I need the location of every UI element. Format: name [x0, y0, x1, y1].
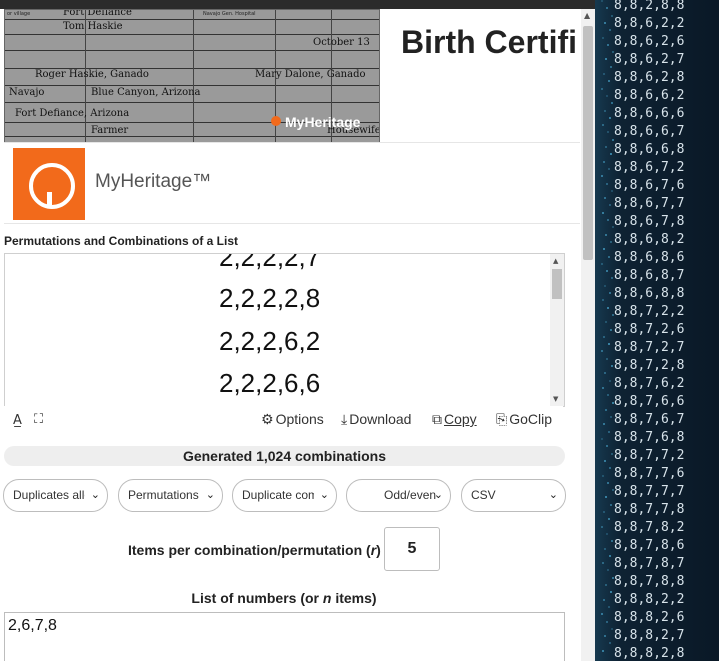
duplicate-combinations-select[interactable]: Duplicate combinations ⌄	[232, 479, 337, 512]
scroll-up-arrow-icon[interactable]: ▲	[553, 257, 558, 265]
terminal-line: 8,8,7,8,2	[614, 520, 685, 535]
ad-banner[interactable]: or village Navajo Gen. Hospital Fort Def…	[4, 9, 580, 143]
terminal-line: 8,8,7,7,8	[614, 502, 685, 517]
items-per-combination-input[interactable]: 5	[384, 527, 440, 571]
terminal-line: 8,8,6,8,8	[614, 286, 685, 301]
clipboard-icon: ⎘	[496, 412, 508, 428]
ad-brand-name: MyHeritage™	[95, 171, 212, 192]
terminal-line: 8,8,2,8,8	[614, 0, 685, 13]
terminal-line: 8,8,7,6,7	[614, 412, 685, 427]
terminal-line: 8,8,6,8,7	[614, 268, 685, 283]
ad-document-image: or village Navajo Gen. Hospital Fort Def…	[4, 9, 380, 143]
terminal-line: 8,8,7,2,7	[614, 340, 685, 355]
terminal-line: 8,8,6,7,7	[614, 196, 685, 211]
terminal-line: 8,8,7,8,7	[614, 556, 685, 571]
list-of-numbers-value: 2,6,7,8	[8, 617, 57, 634]
terminal-line: 8,8,7,6,2	[614, 376, 685, 391]
ad-title: Birth Certifi	[401, 24, 577, 60]
section-heading: Permutations and Combinations of a List	[4, 234, 239, 248]
terminal-line: 8,8,6,7,6	[614, 178, 685, 193]
terminal-line: 8,8,6,8,2	[614, 232, 685, 247]
copy-icon: ⧉	[432, 412, 442, 428]
terminal-line: 8,8,7,8,8	[614, 574, 685, 589]
terminal-line: 8,8,7,2,6	[614, 322, 685, 337]
font-size-icon[interactable]: A̲	[13, 413, 22, 428]
ad-brand-row[interactable]: MyHeritage™	[4, 142, 580, 224]
goclip-button[interactable]: ⎘ GoClip	[496, 411, 552, 428]
terminal-line: 8,8,7,2,8	[614, 358, 685, 373]
terminal-line: 8,8,7,7,2	[614, 448, 685, 463]
terminal-line: 8,8,6,2,8	[614, 70, 685, 85]
terminal-line: 8,8,7,2,2	[614, 304, 685, 319]
terminal-line: 8,8,6,8,6	[614, 250, 685, 265]
terminal-line: 8,8,7,8,6	[614, 538, 685, 553]
chevron-down-icon: ⌄	[319, 488, 329, 501]
options-button[interactable]: ⚙ Options	[261, 411, 324, 428]
output-line: 2,2,2,2,7	[219, 253, 321, 272]
output-format-select[interactable]: CSV ⌄	[461, 479, 566, 512]
duplicates-select[interactable]: Duplicates allowed ⌄	[3, 479, 108, 512]
myheritage-watermark-icon	[271, 116, 281, 126]
chevron-down-icon: ⌄	[90, 488, 100, 501]
terminal-line: 8,8,6,7,2	[614, 160, 685, 175]
download-button[interactable]: ⤓ Download	[341, 411, 411, 428]
download-icon: ⤓	[341, 412, 348, 428]
output-line: 2,2,2,6,6	[219, 368, 321, 398]
terminal-line: 8,8,6,6,6	[614, 106, 685, 121]
gear-icon: ⚙	[261, 412, 274, 428]
chevron-down-icon: ⌄	[433, 488, 443, 501]
terminal-line: 8,8,7,6,8	[614, 430, 685, 445]
terminal-line: 8,8,7,6,6	[614, 394, 685, 409]
output-scrollbar[interactable]: ▲ ▼	[550, 254, 564, 406]
terminal-line: 8,8,6,6,7	[614, 124, 685, 139]
options-row: Duplicates allowed ⌄ Permutations ⌄ Dupl…	[3, 479, 568, 512]
output-line: 2,2,2,6,2	[219, 326, 321, 356]
terminal-line: 8,8,6,6,2	[614, 88, 685, 103]
terminal-line: 8,8,6,7,8	[614, 214, 685, 229]
chevron-down-icon: ⌄	[205, 488, 215, 501]
items-per-combination-label: Items per combination/permutation (r)	[128, 542, 381, 558]
scroll-down-arrow-icon[interactable]: ▼	[553, 395, 558, 403]
copy-button[interactable]: ⧉ Copy	[432, 411, 477, 428]
terminal-line: 8,8,6,2,2	[614, 16, 685, 31]
page-scrollbar-thumb[interactable]	[583, 26, 593, 260]
output-scrollbar-thumb[interactable]	[552, 269, 562, 299]
output-toolbar: A̲ ⛶ ⚙ Options ⤓ Download ⧉ Copy ⎘ GoClip	[4, 406, 563, 436]
list-of-numbers-label: List of numbers (or n items)	[191, 590, 377, 606]
myheritage-watermark: MyHeritage	[285, 114, 361, 130]
fullscreen-icon[interactable]: ⛶	[34, 412, 43, 427]
scroll-up-arrow-icon[interactable]: ▲	[584, 12, 590, 20]
list-of-numbers-input[interactable]: 2,6,7,8	[4, 612, 565, 661]
page-scrollbar[interactable]: ▲	[581, 9, 595, 661]
page-content: or village Navajo Gen. Hospital Fort Def…	[0, 9, 580, 661]
browser-top-bar	[0, 0, 595, 9]
terminal-line: 8,8,6,2,7	[614, 52, 685, 67]
type-select[interactable]: Permutations ⌄	[118, 479, 223, 512]
terminal-panel: 8,8,2,8,8 8,8,6,2,2 8,8,6,2,6 8,8,6,2,7 8,8,…	[595, 0, 719, 661]
terminal-line: 8,8,8,2,7	[614, 628, 685, 643]
terminal-line: 8,8,7,7,7	[614, 484, 685, 499]
terminal-line: 8,8,8,2,6	[614, 610, 685, 625]
chevron-down-icon: ⌄	[548, 488, 558, 501]
myheritage-logo-icon	[13, 148, 85, 220]
odd-even-select[interactable]: Odd/even ⌄	[346, 479, 451, 512]
generated-count: Generated 1,024 combinations	[4, 446, 565, 466]
output-box[interactable]: 2,2,2,2,7 2,2,2,2,8 2,2,2,6,2 2,2,2,6,6 …	[4, 253, 565, 407]
terminal-line: 8,8,6,6,8	[614, 142, 685, 157]
terminal-line: 8,8,8,2,2	[614, 592, 685, 607]
terminal-line: 8,8,6,2,6	[614, 34, 685, 49]
terminal-line: 8,8,8,2,8	[614, 646, 685, 661]
output-line: 2,2,2,2,8	[219, 283, 321, 313]
terminal-line: 8,8,7,7,6	[614, 466, 685, 481]
